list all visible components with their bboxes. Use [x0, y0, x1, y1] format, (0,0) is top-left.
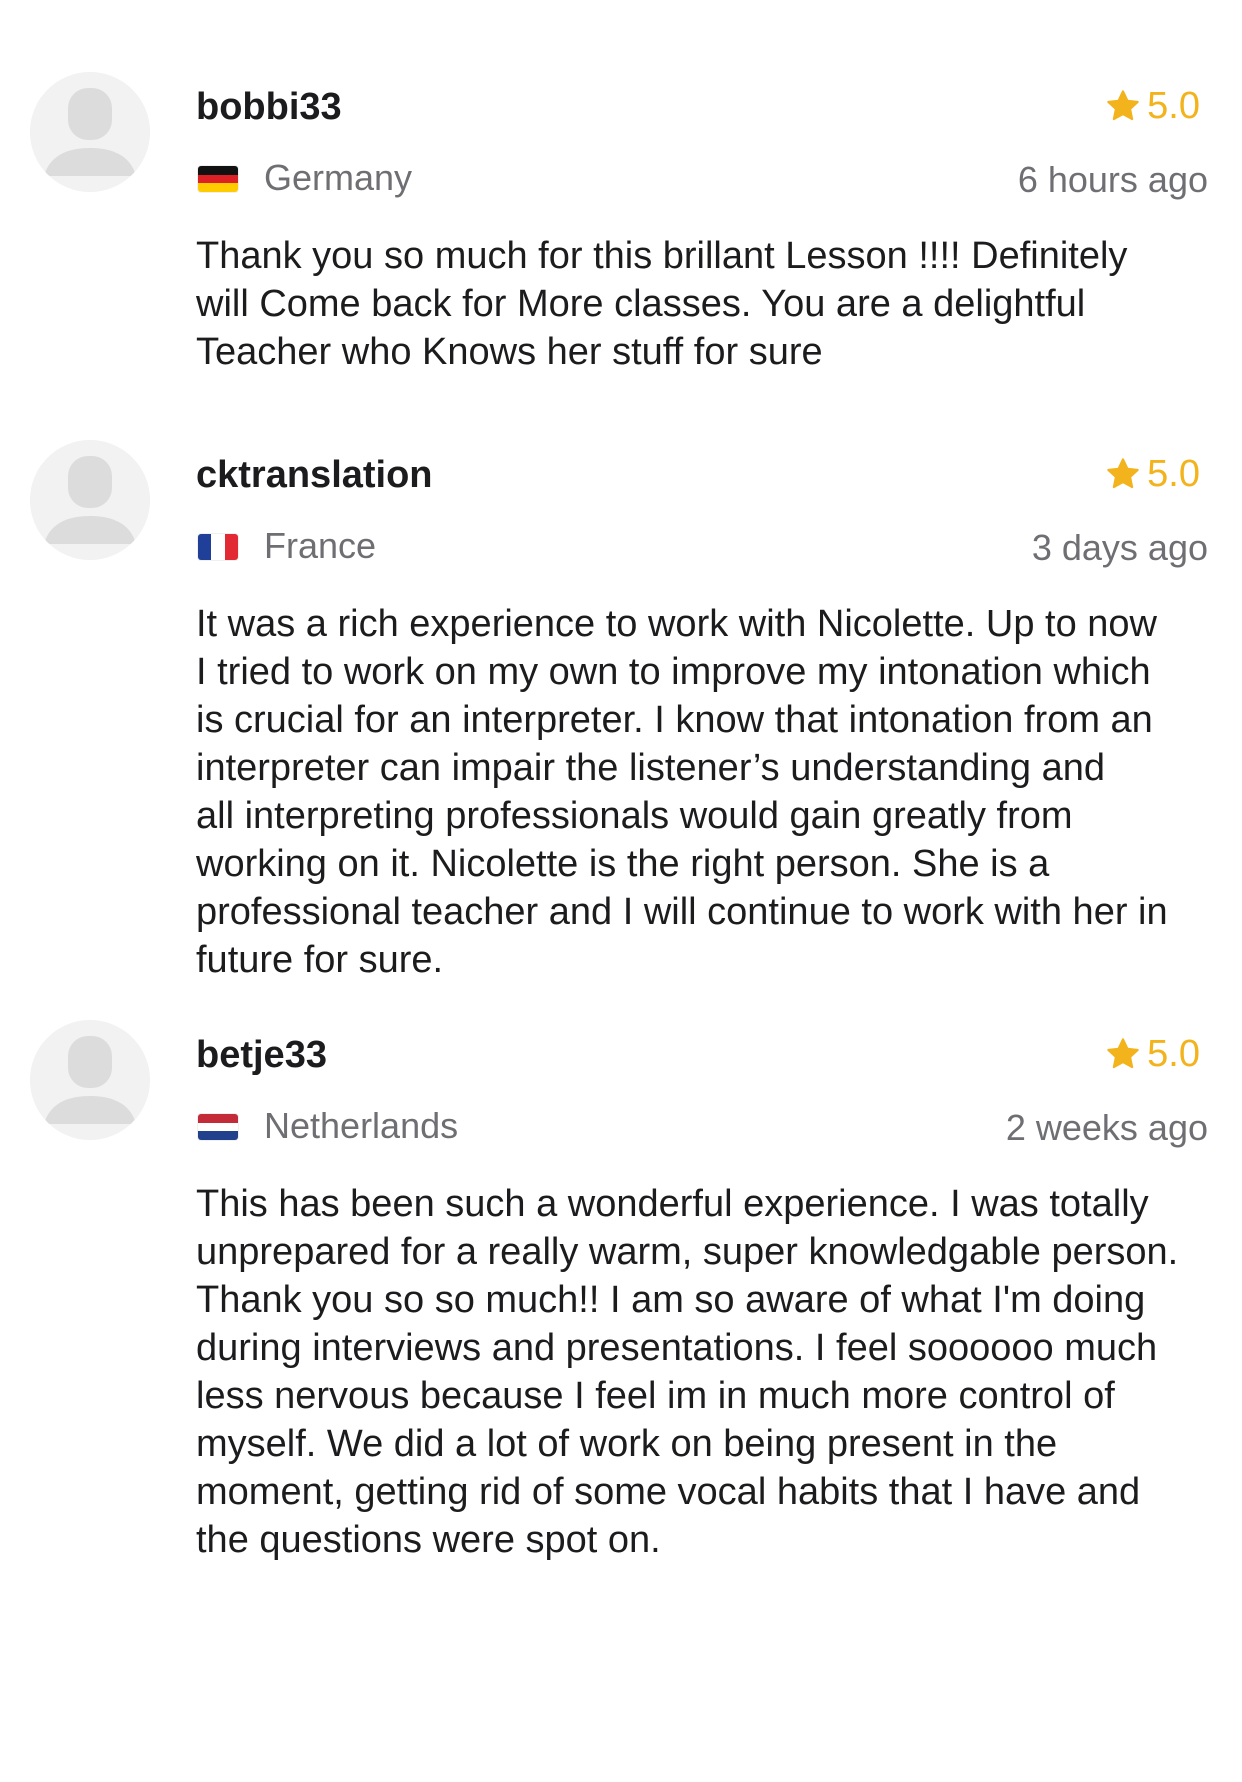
star-icon: [1107, 1038, 1139, 1069]
rating-value: 5.0: [1147, 84, 1200, 127]
avatar[interactable]: [30, 1020, 150, 1140]
reviewer-username[interactable]: bobbi33: [196, 85, 342, 129]
user-placeholder-icon: [30, 72, 150, 192]
reviewer-username[interactable]: betje33: [196, 1033, 327, 1077]
germany-flag-icon: [198, 166, 238, 192]
review-timestamp: 3 days ago: [1031, 527, 1208, 568]
avatar[interactable]: [30, 72, 150, 192]
review-text: This has been such a wonderful experienc…: [196, 1183, 1179, 1561]
reviewer-country: Netherlands: [264, 1105, 459, 1146]
rating-badge: 5.0: [1105, 84, 1200, 128]
user-placeholder-icon: [30, 440, 150, 560]
rating-badge: 5.0: [1105, 1032, 1200, 1076]
review-timestamp: 6 hours ago: [1017, 159, 1208, 200]
review-timestamp: 2 weeks ago: [1005, 1107, 1208, 1148]
rating-badge: 5.0: [1105, 452, 1200, 496]
reviewer-country: France: [264, 525, 377, 566]
france-flag-icon: [198, 534, 238, 560]
star-icon: [1107, 458, 1139, 489]
avatar[interactable]: [30, 440, 150, 560]
rating-value: 5.0: [1147, 1032, 1200, 1075]
netherlands-flag-icon: [198, 1114, 238, 1140]
user-placeholder-icon: [30, 1020, 150, 1140]
review-text: It was a rich experience to work with Ni…: [196, 603, 1168, 981]
star-icon: [1107, 90, 1139, 121]
reviewer-username[interactable]: cktranslation: [196, 453, 433, 497]
review-text: Thank you so much for this brillant Less…: [196, 235, 1128, 373]
reviewer-country: Germany: [264, 157, 413, 198]
rating-value: 5.0: [1147, 452, 1200, 495]
